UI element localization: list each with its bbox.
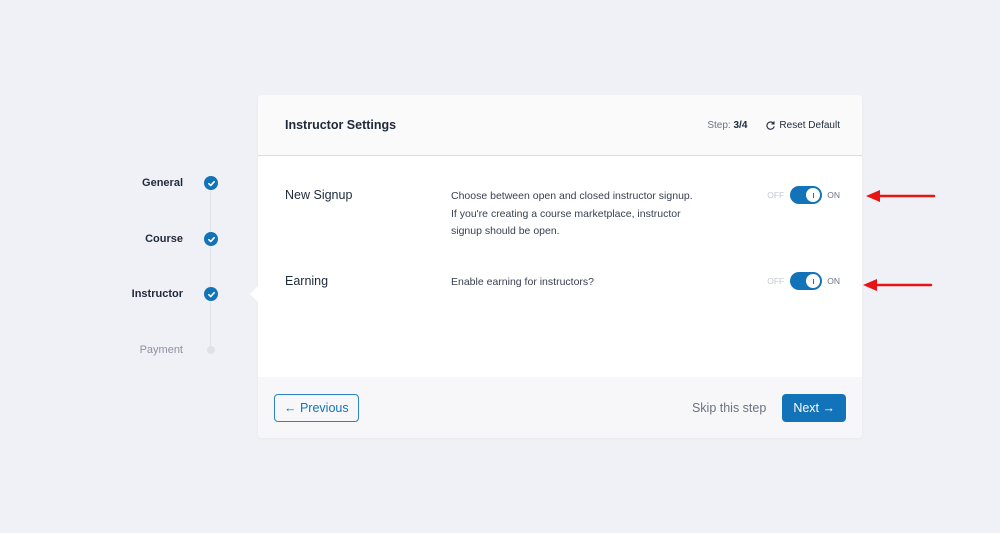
step-label: Course: [145, 233, 183, 245]
step-payment[interactable]: Payment: [120, 340, 230, 360]
step-general[interactable]: General: [120, 173, 230, 193]
step-label: Instructor: [131, 288, 183, 300]
settings-card: Instructor Settings Step: 3/4 Reset Defa…: [250, 95, 862, 438]
new-signup-toggle-group: OFF ON: [767, 186, 840, 204]
step-instructor[interactable]: Instructor: [120, 284, 230, 304]
step-label: Payment: [139, 344, 183, 356]
refresh-icon: [766, 120, 776, 130]
card-header: Instructor Settings Step: 3/4 Reset Defa…: [258, 95, 862, 156]
card-title: Instructor Settings: [285, 118, 397, 132]
check-icon: [204, 287, 218, 301]
step-indicator: Step: 3/4: [707, 120, 747, 131]
card-footer: ← Previous Skip this step Next →: [258, 377, 862, 438]
check-icon: [204, 232, 218, 246]
step-label: General: [142, 177, 183, 189]
setting-description: Enable earning for instructors?: [451, 276, 594, 288]
stepper-line: [210, 184, 211, 350]
reset-default-button[interactable]: Reset Default: [765, 120, 840, 131]
setting-title: New Signup: [285, 188, 353, 202]
toggle-off-label: OFF: [767, 190, 785, 200]
check-icon: [204, 176, 218, 190]
toggle-on-label: ON: [827, 276, 840, 286]
setup-stepper: General Course Instructor Payment: [120, 170, 230, 370]
header-actions: Step: 3/4 Reset Default: [707, 120, 840, 131]
setting-description: Choose between open and closed instructo…: [451, 190, 693, 237]
step-count: 3/4: [733, 119, 748, 131]
skip-step-link[interactable]: Skip this step: [692, 401, 766, 415]
annotation-arrow-icon: [866, 190, 936, 202]
card-body: New Signup Choose between open and close…: [258, 156, 862, 377]
next-button[interactable]: Next →: [782, 393, 846, 422]
pending-dot-icon: [204, 343, 218, 357]
annotation-arrow-icon: [863, 279, 933, 291]
earning-toggle[interactable]: [790, 272, 823, 290]
toggle-on-label: ON: [827, 190, 840, 200]
step-prefix: Step:: [707, 119, 734, 131]
step-course[interactable]: Course: [120, 229, 230, 249]
toggle-off-label: OFF: [767, 276, 785, 286]
new-signup-toggle[interactable]: [790, 186, 823, 204]
toggle-knob: [806, 188, 821, 202]
toggle-knob: [806, 274, 821, 288]
setting-title: Earning: [285, 274, 329, 288]
earning-toggle-group: OFF ON: [767, 272, 840, 290]
reset-label: Reset Default: [779, 119, 840, 131]
previous-button[interactable]: ← Previous: [274, 393, 359, 422]
